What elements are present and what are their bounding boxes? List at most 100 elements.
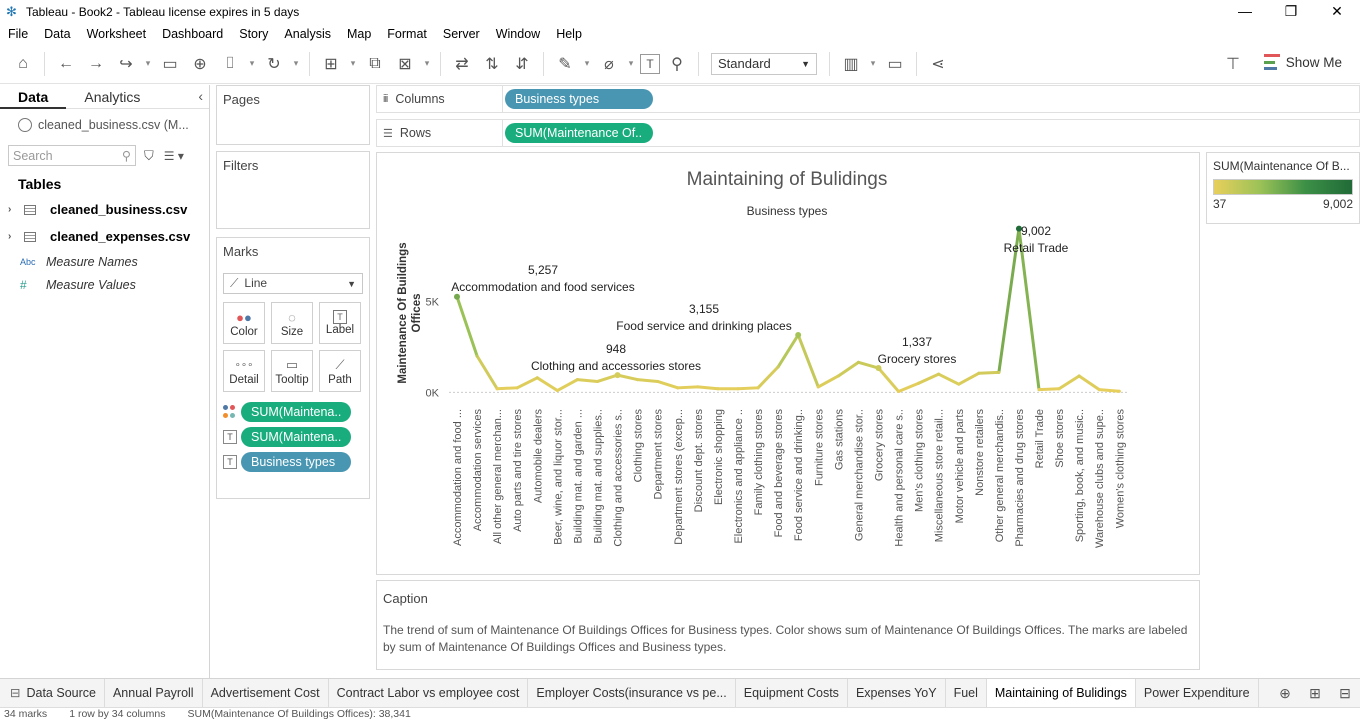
share-icon[interactable]: ⋖ [925,51,951,77]
new-worksheet-icon[interactable]: ⊞ [1300,685,1330,702]
menu-format[interactable]: Format [379,27,435,41]
chevron-down-icon[interactable]: ▾ [143,51,153,77]
line-segment [636,378,660,383]
maximize-button[interactable]: ❐ [1268,0,1314,24]
undo-icon[interactable]: ← [53,51,79,77]
tab-annual-payroll[interactable]: Annual Payroll [105,679,203,707]
measure-values-field[interactable]: # Measure Values [0,273,209,296]
sort-ascending-icon[interactable]: ⇅ [479,51,505,77]
chevron-right-icon[interactable]: › [8,231,20,242]
new-dashboard-icon[interactable]: ⊟ [1330,685,1360,702]
columns-shelf[interactable]: iii Columns Business types [376,85,1360,113]
pause-updates-icon[interactable]: ⌷ [217,51,243,77]
replay-icon[interactable]: ↪ [113,51,139,77]
fit-dropdown[interactable]: Standard ▼ [711,52,817,75]
chevron-right-icon[interactable]: › [8,204,20,215]
show-labels-icon[interactable]: T [640,53,660,74]
fix-axes-icon[interactable]: ⚲ [664,51,690,77]
redo-icon[interactable]: → [83,51,109,77]
tab-power-expenditure[interactable]: Power Expenditure [1136,679,1259,707]
search-input[interactable]: Search ⚲ [8,145,136,166]
detail-button[interactable]: ∘∘∘ Detail [223,350,265,392]
new-worksheet-icon[interactable]: ⊞ [318,51,344,77]
viz-area[interactable]: Maintaining of Bulidings Business types … [376,152,1200,575]
chevron-down-icon[interactable]: ▾ [247,51,257,77]
menu-server[interactable]: Server [435,27,488,41]
presentation-mode-icon[interactable]: ▭ [882,51,908,77]
measure-names-field[interactable]: Abc Measure Names [0,250,209,273]
data-source-item[interactable]: cleaned_business.csv (M... [0,109,209,141]
sort-descending-icon[interactable]: ⇵ [509,51,535,77]
collapse-icon[interactable]: ‹ [198,88,203,104]
table-item[interactable]: › cleaned_business.csv [0,196,209,223]
field-name: Measure Names [46,254,138,269]
data-point [897,389,901,393]
filter-icon[interactable]: ⛉ [144,148,154,164]
chevron-down-icon[interactable]: ▾ [348,51,358,77]
menu-file[interactable]: File [0,27,36,41]
menu-analysis[interactable]: Analysis [276,27,339,41]
menu-worksheet[interactable]: Worksheet [79,27,155,41]
color-button[interactable]: ● ● Color [223,302,265,344]
show-me-button[interactable]: Show Me [1263,54,1342,70]
clear-sheet-icon[interactable]: ⊠ [392,51,418,77]
path-button[interactable]: ⟋ Path [319,350,361,392]
highlight-icon[interactable]: ✎ [552,51,578,77]
data-point [676,386,680,390]
new-datasource-icon[interactable]: ⊕ [187,51,213,77]
tab-equipment-costs[interactable]: Equipment Costs [736,679,848,707]
tab-analytics[interactable]: Analytics [66,85,158,109]
line-chart[interactable]: Maintaining of Bulidings Business types … [377,153,1199,574]
save-icon[interactable]: ▭ [157,51,183,77]
format-painter-icon[interactable]: ⊤ [1220,51,1246,77]
data-point [856,360,860,364]
menu-map[interactable]: Map [339,27,379,41]
path-icon: ⟋ [335,357,345,372]
menu-help[interactable]: Help [548,27,590,41]
label-pill[interactable]: SUM(Maintena.. [241,427,351,447]
chevron-down-icon[interactable]: ▾ [582,51,592,77]
refresh-icon[interactable]: ↻ [261,51,287,77]
tab-data[interactable]: Data [0,85,67,109]
home-icon[interactable]: ⌂ [10,51,36,77]
menu-dashboard[interactable]: Dashboard [154,27,231,41]
x-tick-label: Other general merchandis.. [994,409,1006,542]
table-item[interactable]: › cleaned_expenses.csv [0,223,209,250]
columns-pill[interactable]: Business types [505,89,653,109]
tab-fuel[interactable]: Fuel [946,679,987,707]
rows-shelf[interactable]: ☰ Rows SUM(Maintenance Of.. [376,119,1360,147]
x-tick-label: Furniture stores [813,409,825,487]
size-button[interactable]: ◌ Size [271,302,313,344]
close-button[interactable]: ✕ [1314,0,1360,24]
tab-advertisement-cost[interactable]: Advertisement Cost [203,679,329,707]
filters-card[interactable]: Filters [216,151,370,229]
pages-card[interactable]: Pages [216,85,370,145]
view-list-icon[interactable]: ☰ ▾ [164,149,184,163]
menu-window[interactable]: Window [488,27,548,41]
swap-rows-columns-icon[interactable]: ⇄ [449,51,475,77]
minimize-button[interactable]: — [1222,0,1268,24]
menu-story[interactable]: Story [231,27,276,41]
tab-maintaining-of-bulidings[interactable]: Maintaining of Bulidings [986,679,1136,707]
chevron-down-icon[interactable]: ▾ [626,51,636,77]
chevron-down-icon[interactable]: ▾ [422,51,432,77]
rows-pill[interactable]: SUM(Maintenance Of.. [505,123,653,143]
mark-type-dropdown[interactable]: ⟋ Line ▼ [223,273,363,294]
chevron-down-icon[interactable]: ▾ [291,51,301,77]
menu-data[interactable]: Data [36,27,78,41]
tab-data-source[interactable]: ⊟ Data Source [0,679,105,707]
caption-card[interactable]: Caption The trend of sum of Maintenance … [376,580,1200,670]
label-button[interactable]: T Label [319,302,361,344]
chevron-down-icon[interactable]: ▾ [868,51,878,77]
show-cards-icon[interactable]: ▥ [838,51,864,77]
tooltip-button[interactable]: ▭ Tooltip [271,350,313,392]
tab-contract-labor[interactable]: Contract Labor vs employee cost [329,679,529,707]
new-datasource-icon[interactable]: ⊕ [1270,685,1300,702]
color-legend[interactable]: SUM(Maintenance Of B... 37 9,002 [1206,152,1360,224]
tab-employer-costs[interactable]: Employer Costs(insurance vs pe... [528,679,736,707]
label-pill[interactable]: Business types [241,452,351,472]
group-members-icon[interactable]: ⌀ [596,51,622,77]
tab-expenses-yoy[interactable]: Expenses YoY [848,679,946,707]
duplicate-sheet-icon[interactable]: ⧉ [362,51,388,77]
color-pill[interactable]: SUM(Maintena.. [241,402,351,422]
